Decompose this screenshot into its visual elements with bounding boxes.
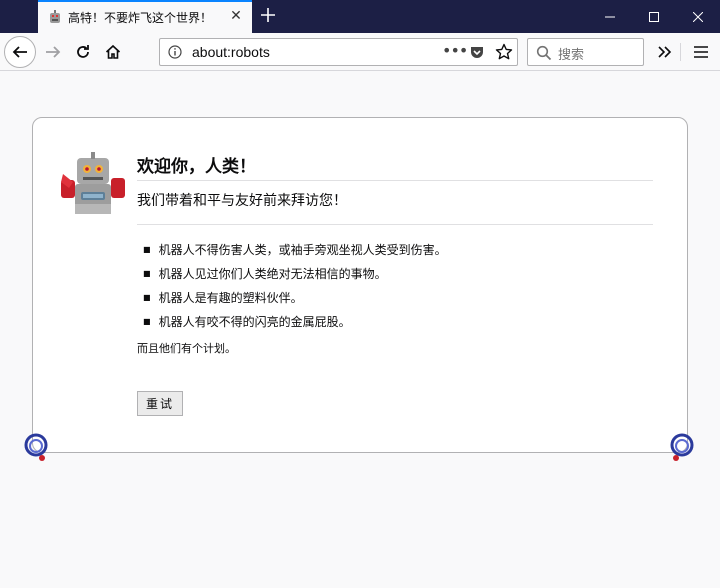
search-bar[interactable]: 搜索	[527, 38, 644, 66]
nav-bar: about:robots ••• 搜索	[0, 33, 720, 71]
minimize-button[interactable]	[588, 0, 632, 33]
star-icon[interactable]	[495, 43, 513, 61]
robot-favicon-icon	[50, 10, 60, 23]
list-item: 机器人有咬不得的闪亮的金属屁股。	[143, 310, 447, 334]
robot-laws-list: 机器人不得伤害人类，或袖手旁观坐视人类受到伤害。 机器人见过你们人类绝对无法相信…	[143, 238, 447, 334]
close-icon[interactable]: ✕	[228, 8, 244, 24]
tab-title: 高特！不要炸飞这个世界！	[68, 11, 213, 25]
robot-image	[61, 152, 125, 214]
page-title: 欢迎你，人类！	[137, 152, 653, 181]
robot-hand-right-icon	[670, 433, 694, 461]
home-icon	[105, 44, 121, 59]
minimize-icon	[605, 16, 615, 17]
list-item: 机器人是有趣的塑料伙伴。	[143, 286, 447, 310]
list-item: 机器人见过你们人类绝对无法相信的事物。	[143, 262, 447, 286]
reload-button[interactable]	[68, 37, 98, 67]
more-dots-icon[interactable]: •••	[442, 41, 468, 60]
info-icon[interactable]	[168, 45, 182, 59]
back-arrow-icon	[12, 46, 27, 58]
list-item: 机器人不得伤害人类，或袖手旁观坐视人类受到伤害。	[143, 238, 447, 262]
hamburger-menu-icon	[694, 46, 708, 58]
overflow-button[interactable]	[650, 37, 680, 67]
reload-icon	[77, 45, 89, 58]
search-icon	[536, 45, 552, 61]
close-icon	[693, 11, 703, 22]
maximize-button[interactable]	[632, 0, 676, 33]
forward-button[interactable]	[38, 37, 68, 67]
retry-button[interactable]: 重试	[137, 391, 183, 416]
plus-icon	[261, 8, 275, 22]
forward-arrow-icon	[46, 46, 61, 58]
plan-text: 而且他们有个计划。	[137, 342, 236, 355]
url-bar[interactable]: about:robots •••	[159, 38, 518, 66]
tab-about-robots[interactable]: 高特！不要炸飞这个世界！ ✕	[38, 0, 252, 33]
app-menu-button[interactable]	[686, 37, 716, 67]
error-card: 欢迎你，人类！ 我们带着和平与友好前来拜访您！ 机器人不得伤害人类，或袖手旁观坐…	[32, 117, 688, 453]
chevron-double-right-icon	[658, 46, 672, 58]
window-close-button[interactable]	[676, 0, 720, 33]
title-bar: 高特！不要炸飞这个世界！ ✕	[0, 0, 720, 33]
robot-hand-left-icon	[24, 433, 48, 461]
home-button[interactable]	[98, 37, 128, 67]
back-button[interactable]	[4, 36, 36, 68]
toolbar-divider	[680, 43, 681, 61]
url-input[interactable]: about:robots	[192, 44, 270, 60]
page-subtitle: 我们带着和平与友好前来拜访您！	[137, 190, 653, 225]
new-tab-button[interactable]	[256, 4, 280, 28]
search-input[interactable]: 搜索	[558, 44, 584, 63]
page-content: 欢迎你，人类！ 我们带着和平与友好前来拜访您！ 机器人不得伤害人类，或袖手旁观坐…	[0, 72, 720, 588]
maximize-icon	[649, 11, 659, 22]
pocket-icon[interactable]	[469, 45, 485, 61]
